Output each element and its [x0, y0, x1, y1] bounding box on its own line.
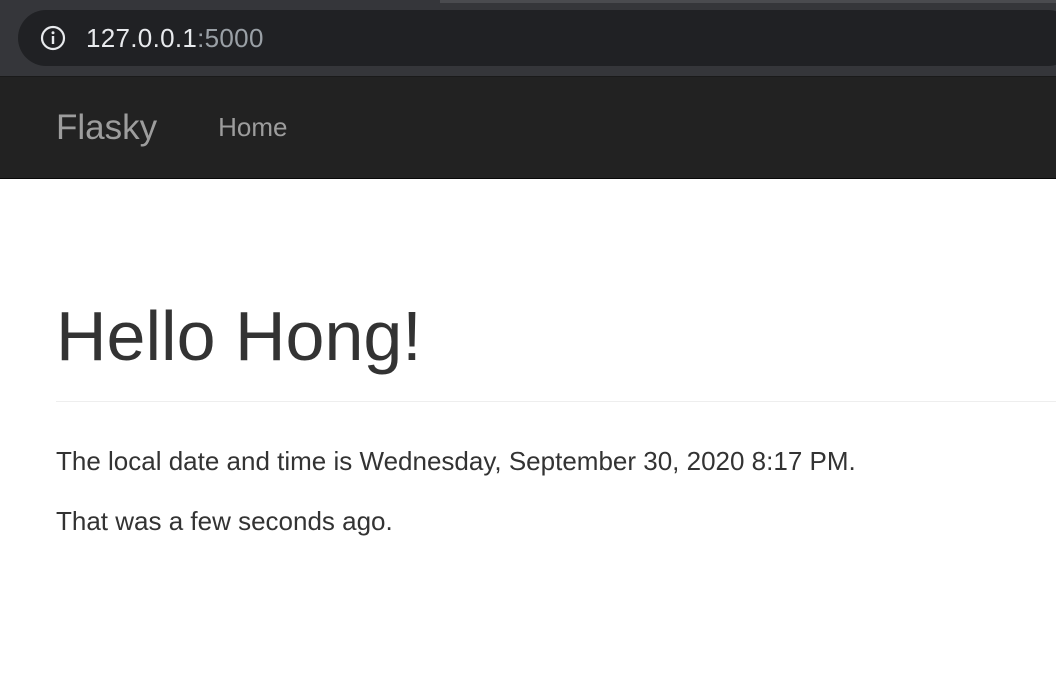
browser-toolbar: 127.0.0.1:5000 — [0, 0, 1056, 77]
url-port: :5000 — [197, 22, 264, 53]
info-icon[interactable] — [40, 25, 66, 51]
page-header: Hello Hong! — [56, 301, 1056, 402]
url-host: 127.0.0.1 — [86, 22, 198, 53]
navbar: Flasky Home — [0, 77, 1056, 179]
tab-strip-edge — [440, 0, 1056, 3]
url-text[interactable]: 127.0.0.1:5000 — [86, 23, 264, 54]
relative-time-text: That was a few seconds ago. — [56, 506, 393, 537]
address-bar[interactable]: 127.0.0.1:5000 — [18, 10, 1056, 66]
local-datetime-text: The local date and time is Wednesday, Se… — [56, 446, 856, 476]
navbar-brand[interactable]: Flasky — [56, 108, 157, 148]
nav-link-home[interactable]: Home — [218, 112, 287, 143]
page-title: Hello Hong! — [56, 297, 422, 375]
main-content: Hello Hong! The local date and time is W… — [0, 301, 1056, 537]
